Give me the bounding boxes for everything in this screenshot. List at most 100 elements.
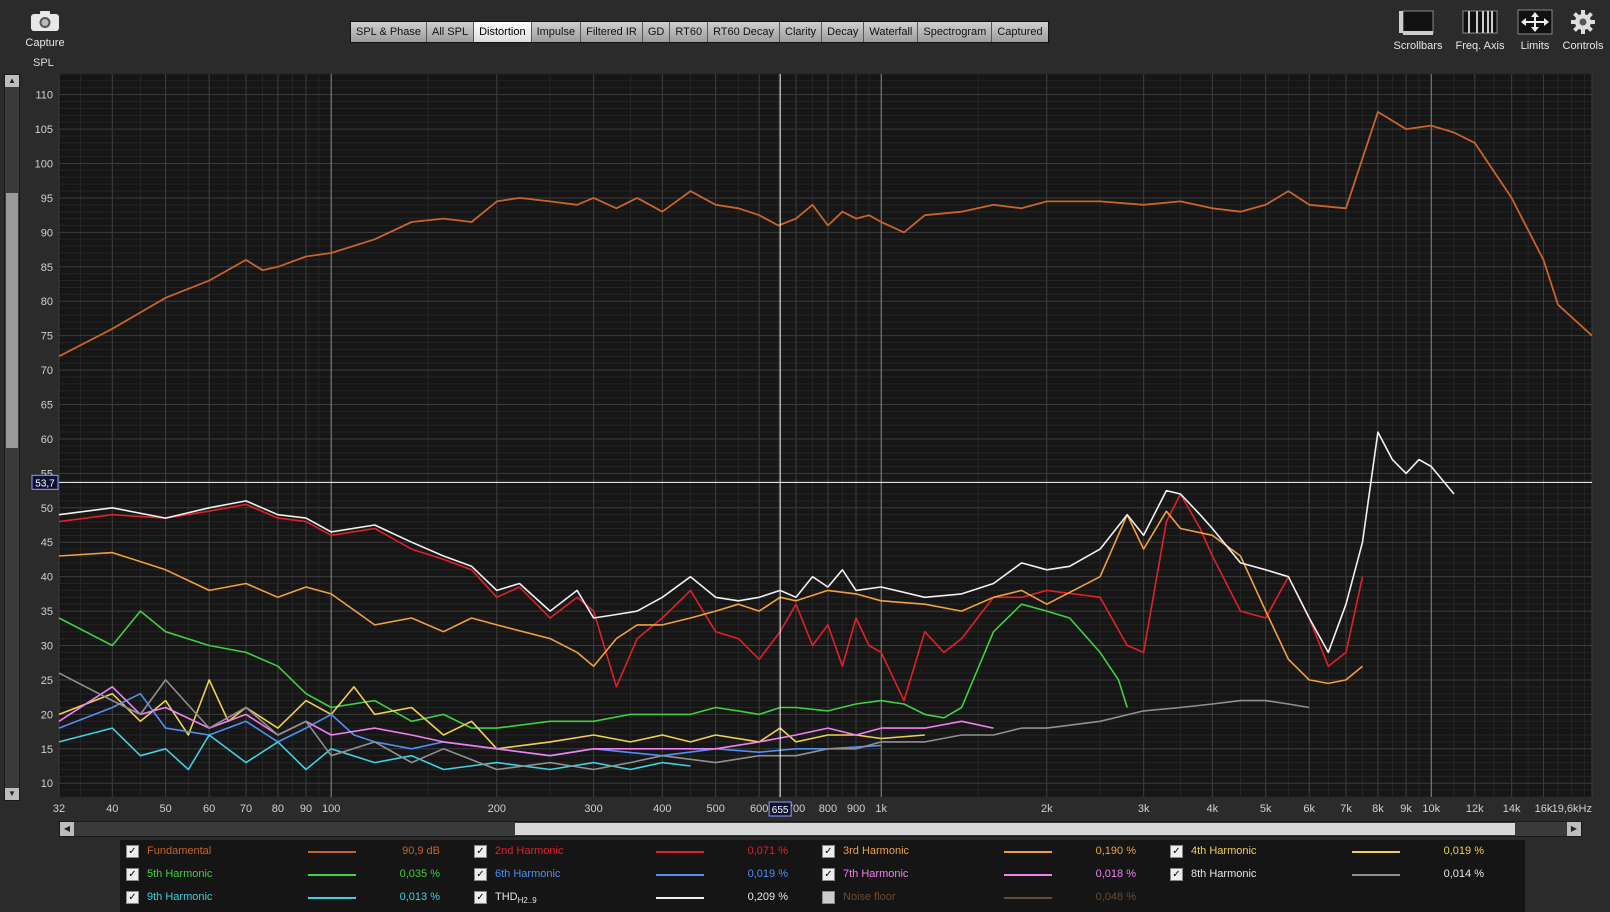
x-tick-label: 10k	[1422, 803, 1440, 815]
y-tick-label: 95	[41, 193, 53, 205]
legend-item-3rd-harmonic: ✓ 3rd Harmonic 0,190 %	[816, 841, 1156, 863]
legend-checkbox[interactable]: ✓	[822, 845, 835, 858]
y-tick-label: 40	[41, 572, 53, 584]
y-tick-label: 65	[41, 400, 53, 412]
legend-swatch	[1352, 851, 1400, 853]
cursor-spl-label: 53,7	[35, 478, 55, 489]
x-tick-label: 9k	[1400, 803, 1412, 815]
legend-item-9th-harmonic: ✓ 9th Harmonic 0,013 %	[120, 887, 460, 909]
legend-checkbox[interactable]: ✓	[474, 868, 487, 881]
legend-item-2nd-harmonic: ✓ 2nd Harmonic 0,071 %	[468, 841, 808, 863]
y-tick-label: 60	[41, 434, 53, 446]
legend-value: 0,209 %	[747, 891, 788, 903]
x-tick-label: 400	[653, 803, 671, 815]
legend-item-5th-harmonic: ✓ 5th Harmonic 0,035 %	[120, 864, 460, 886]
x-tick-label: 70	[240, 803, 252, 815]
legend-name: 2nd Harmonic	[495, 845, 564, 857]
x-tick-label: 60	[203, 803, 215, 815]
x-tick-label: 40	[106, 803, 118, 815]
distortion-chart[interactable]: 1015202530354045505560657075808590951001…	[0, 0, 1610, 820]
legend-swatch	[1004, 897, 1052, 899]
legend-value: 0,190 %	[1095, 845, 1136, 857]
legend-item-7th-harmonic: ✓ 7th Harmonic 0,018 %	[816, 864, 1156, 886]
legend-name-subscript: H2..9	[517, 896, 537, 906]
scroll-left-icon[interactable]: ◀	[60, 822, 74, 836]
y-tick-label: 100	[35, 159, 53, 171]
y-tick-label: 15	[41, 744, 53, 756]
x-tick-label: 2k	[1041, 803, 1053, 815]
legend-item-6th-harmonic: ✓ 6th Harmonic 0,019 %	[468, 864, 808, 886]
y-tick-label: 25	[41, 675, 53, 687]
y-tick-label: 20	[41, 709, 53, 721]
x-tick-label: 3k	[1138, 803, 1150, 815]
y-tick-label: 50	[41, 503, 53, 515]
x-tick-label: 100	[322, 803, 340, 815]
legend-checkbox[interactable]: ✓	[1170, 845, 1183, 858]
legend-checkbox[interactable]: ✓	[822, 868, 835, 881]
legend-value: 0,035 %	[399, 868, 440, 880]
y-tick-label: 85	[41, 262, 53, 274]
legend-value: 0,019 %	[747, 868, 788, 880]
x-tick-label: 19,6kHz	[1552, 803, 1592, 815]
legend-value: 0,013 %	[399, 891, 440, 903]
x-tick-label: 300	[584, 803, 602, 815]
legend-checkbox[interactable]: ✓	[126, 868, 139, 881]
legend-checkbox[interactable]: ✓	[474, 891, 487, 904]
horizontal-scrollbar[interactable]: ◀ ▶	[59, 821, 1582, 837]
x-tick-label: 8k	[1372, 803, 1384, 815]
x-tick-label: 16k	[1535, 803, 1553, 815]
legend-swatch	[1004, 851, 1052, 853]
legend-name: Fundamental	[147, 845, 212, 857]
legend-name: 6th Harmonic	[495, 868, 561, 880]
legend-swatch	[308, 897, 356, 899]
x-tick-label: 32	[53, 803, 65, 815]
legend-swatch	[656, 897, 704, 899]
legend-value: 0,071 %	[747, 845, 788, 857]
legend-name: 5th Harmonic	[147, 868, 213, 880]
x-tick-label: 200	[488, 803, 506, 815]
legend-item-4th-harmonic: ✓ 4th Harmonic 0,019 %	[1164, 841, 1504, 863]
x-tick-label: 50	[159, 803, 171, 815]
y-tick-label: 45	[41, 537, 53, 549]
legend-name: 9th Harmonic	[147, 891, 213, 903]
y-tick-label: 105	[35, 124, 53, 136]
legend-name: 3rd Harmonic	[843, 845, 910, 857]
legend-checkbox[interactable]: ✓	[474, 845, 487, 858]
legend-checkbox[interactable]: ✓	[126, 891, 139, 904]
legend-swatch	[656, 851, 704, 853]
legend-value: 0,019 %	[1443, 845, 1484, 857]
legend-name: Noise floor	[843, 891, 896, 903]
x-tick-label: 600	[750, 803, 768, 815]
legend-swatch	[1004, 874, 1052, 876]
legend-checkbox[interactable]: ✓	[126, 845, 139, 858]
y-tick-label: 10	[41, 778, 53, 790]
x-tick-label: 1k	[875, 803, 887, 815]
scroll-right-icon[interactable]: ▶	[1567, 822, 1581, 836]
x-tick-label: 12k	[1466, 803, 1484, 815]
legend-panel: ✓ Fundamental 90,9 dB ✓ 2nd Harmonic 0,071 % ✓…	[120, 840, 1525, 912]
x-tick-label: 7k	[1340, 803, 1352, 815]
y-tick-label: 70	[41, 365, 53, 377]
x-tick-label: 80	[272, 803, 284, 815]
legend-swatch	[308, 851, 356, 853]
y-tick-label: 75	[41, 331, 53, 343]
legend-swatch	[1352, 874, 1400, 876]
legend-name: 8th Harmonic	[1191, 868, 1257, 880]
legend-item-noise-floor: Noise floor 0,048 %	[816, 887, 1156, 909]
x-tick-label: 5k	[1260, 803, 1272, 815]
legend-name: 7th Harmonic	[843, 868, 909, 880]
legend-value: 0,014 %	[1443, 868, 1484, 880]
x-tick-label: 90	[300, 803, 312, 815]
x-tick-label: 6k	[1303, 803, 1315, 815]
y-tick-label: 35	[41, 606, 53, 618]
legend-value: 90,9 dB	[402, 845, 440, 857]
legend-checkbox[interactable]	[822, 891, 835, 904]
horizontal-scroll-thumb[interactable]	[515, 823, 1515, 835]
legend-item-8th-harmonic: ✓ 8th Harmonic 0,014 %	[1164, 864, 1504, 886]
y-tick-label: 90	[41, 227, 53, 239]
y-tick-label: 80	[41, 296, 53, 308]
y-tick-label: 30	[41, 641, 53, 653]
y-tick-label: 110	[35, 90, 53, 102]
legend-checkbox[interactable]: ✓	[1170, 868, 1183, 881]
x-tick-label: 500	[706, 803, 724, 815]
